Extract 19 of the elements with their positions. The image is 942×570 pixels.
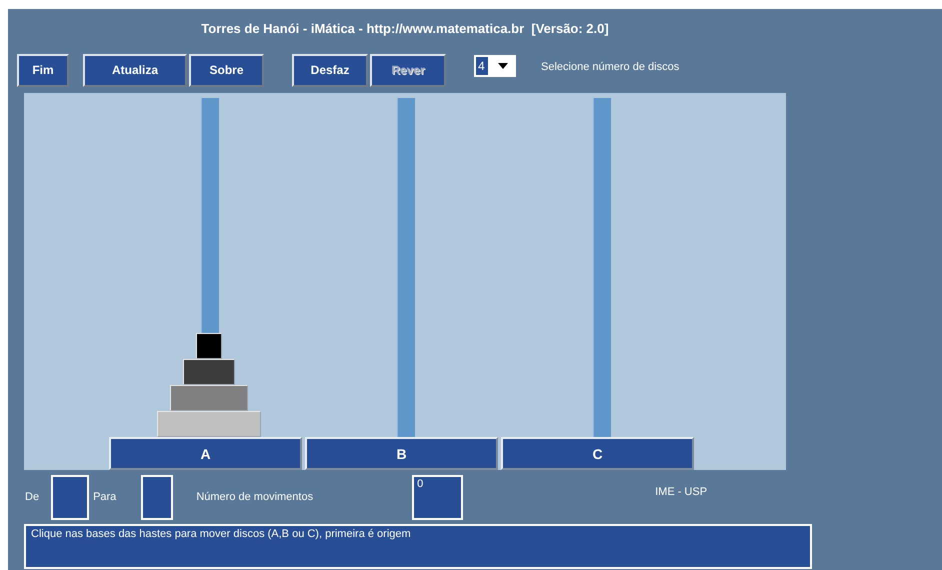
- peg-base-button[interactable]: C: [501, 437, 694, 470]
- dropdown-label: Selecione número de discos: [541, 61, 680, 73]
- peg-base-button[interactable]: B: [305, 437, 498, 470]
- toolbar-button[interactable]: Desfaz: [292, 54, 368, 86]
- from-field[interactable]: [51, 475, 90, 520]
- disk-count-dropdown[interactable]: 4: [474, 55, 516, 77]
- moves-label: Número de movimentos: [196, 491, 314, 503]
- to-field[interactable]: [141, 475, 174, 520]
- message-box: Clique nas bases das hastes para mover discos (A,B ou C), primeira é origem: [24, 524, 812, 569]
- toolbar-button[interactable]: Atualiza: [83, 54, 187, 86]
- moves-field: 0: [412, 475, 464, 520]
- peg-base-button[interactable]: A: [109, 437, 302, 470]
- toolbar-button[interactable]: Sobre: [189, 54, 264, 86]
- window-title: Torres de Hanói - iMática - http://www.matematica.br [Versão: 2.0]: [200, 21, 610, 38]
- dropdown-arrow-icon: [498, 63, 508, 69]
- toolbar-button[interactable]: Fim: [17, 54, 69, 86]
- from-label: De: [25, 491, 40, 503]
- credit-text: IME - USP: [655, 486, 708, 498]
- to-label: Para: [93, 491, 116, 503]
